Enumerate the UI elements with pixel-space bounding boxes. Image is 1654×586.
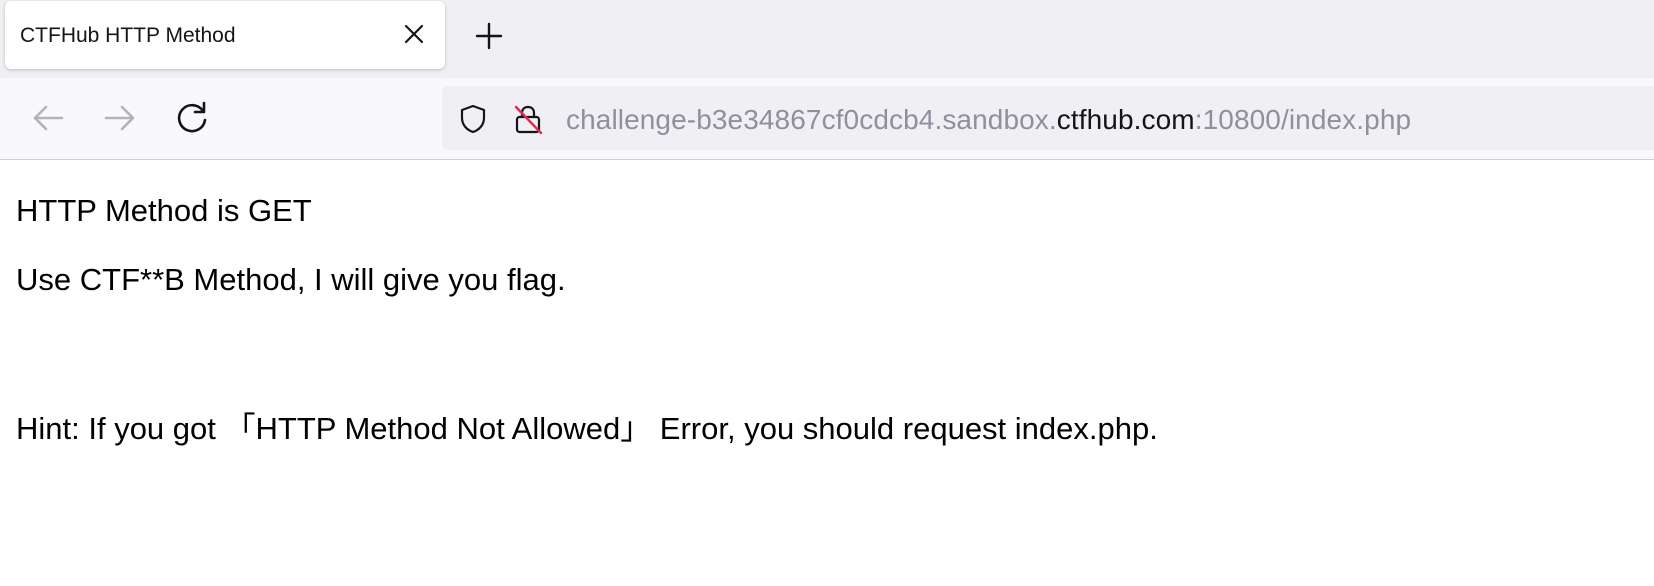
address-bar[interactable]: challenge-b3e34867cf0cdcb4.sandbox.ctfhu… — [442, 86, 1654, 150]
arrow-left-icon[interactable] — [26, 96, 70, 140]
http-method-text: HTTP Method is GET — [16, 193, 312, 228]
hint-text: Hint: If you got 「HTTP Method Not Allowe… — [16, 411, 1158, 446]
url-prefix: challenge-b3e34867cf0cdcb4.sandbox. — [566, 104, 1057, 135]
active-tab[interactable]: CTFHub HTTP Method — [5, 1, 445, 69]
insecure-lock-icon[interactable] — [512, 103, 544, 135]
url-suffix: :10800/index.php — [1194, 104, 1412, 135]
arrow-right-icon[interactable] — [98, 96, 142, 140]
url-domain: ctfhub.com — [1056, 104, 1195, 135]
reload-icon[interactable] — [170, 96, 214, 140]
close-icon[interactable] — [401, 21, 427, 47]
plus-icon[interactable] — [472, 19, 506, 53]
tab-strip: CTFHub HTTP Method — [0, 0, 1654, 78]
shield-icon[interactable] — [457, 103, 489, 135]
instruction-text: Use CTF**B Method, I will give you flag. — [16, 262, 566, 297]
url-text[interactable]: challenge-b3e34867cf0cdcb4.sandbox.ctfhu… — [566, 104, 1411, 136]
navigation-toolbar: challenge-b3e34867cf0cdcb4.sandbox.ctfhu… — [0, 78, 1654, 160]
tab-title: CTFHub HTTP Method — [20, 24, 236, 47]
